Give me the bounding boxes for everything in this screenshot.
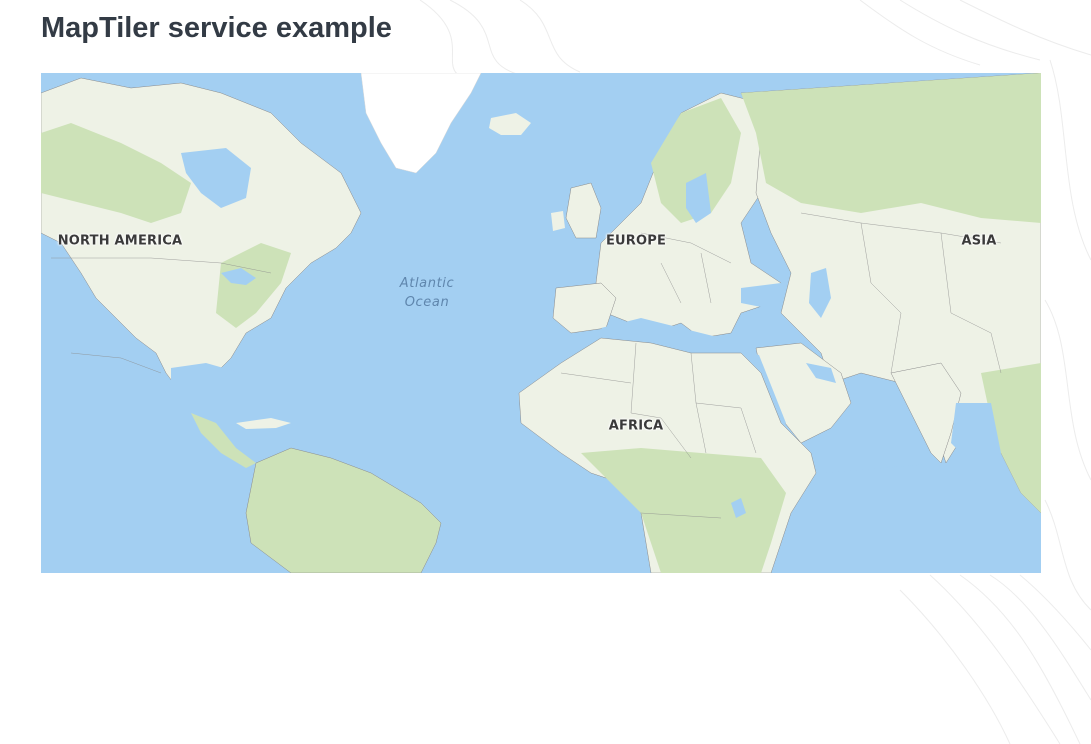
label-atlantic-ocean: Atlantic Ocean	[400, 274, 454, 312]
label-asia: ASIA	[961, 233, 997, 249]
iberia	[552, 282, 617, 334]
page: MapTiler service example NORTH AMERICA E…	[0, 0, 1091, 744]
ocean-label-line2: Ocean	[404, 295, 450, 310]
label-europe: EUROPE	[605, 233, 667, 249]
label-north-america: NORTH AMERICA	[57, 233, 183, 249]
label-africa: AFRICA	[608, 418, 664, 434]
ocean-label-line1: Atlantic	[399, 276, 455, 291]
page-title: MapTiler service example	[41, 12, 392, 44]
ireland	[551, 211, 565, 231]
map-viewport[interactable]: NORTH AMERICA EUROPE ASIA AFRICA Atlanti…	[41, 73, 1041, 573]
map-canvas[interactable]	[41, 73, 1041, 573]
